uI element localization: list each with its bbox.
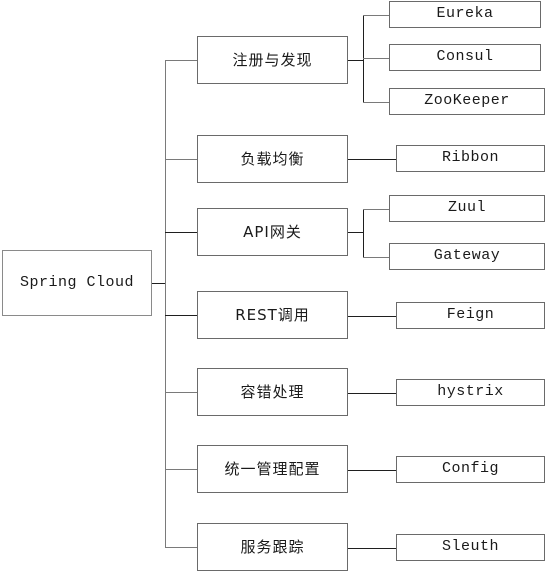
node-label: 负载均衡 [240,149,305,168]
connector-branch-1 [165,60,198,61]
node-label: 统一管理配置 [224,459,321,478]
root-node-spring-cloud: Spring Cloud [2,250,152,316]
connector-branch-3 [165,232,198,233]
connector-leaf-5-1 [348,393,397,394]
leaf-node-ribbon: Ribbon [396,145,545,172]
leaf-node-feign: Feign [396,302,545,329]
node-label: Consul [436,48,494,66]
connector-root-stub [152,283,166,284]
leaf-node-sleuth: Sleuth [396,534,545,561]
connector-subtrunk-3 [363,209,364,258]
branch-node-6: 统一管理配置 [197,445,348,493]
node-label: Zuul [447,199,486,217]
node-label: ZooKeeper [424,92,510,110]
tree-diagram: Spring Cloud 注册与发现 Eureka Consul ZooKeeper 负载… [0,0,549,571]
connector-leaf-1-1 [363,15,390,16]
connector-leaf-1-3 [363,102,390,103]
connector-leaf-1-2 [363,58,390,59]
connector-leaf-7-1 [348,548,397,549]
leaf-node-hystrix: hystrix [396,379,545,406]
branch-node-2: 负载均衡 [197,135,348,183]
connector-leaf-6-1 [348,470,397,471]
node-label: Feign [446,306,495,324]
node-label: 服务跟踪 [240,537,305,556]
connector-branch-6 [165,469,198,470]
leaf-node-zuul: Zuul [389,195,545,222]
leaf-node-gateway: Gateway [389,243,545,270]
connector-leaf-3-2 [363,257,390,258]
leaf-node-eureka: Eureka [389,1,541,28]
node-label: Sleuth [441,538,499,556]
connector-branch-7 [165,547,198,548]
branch-node-7: 服务跟踪 [197,523,348,571]
node-label: Spring Cloud [19,273,135,291]
node-label: API网关 [243,222,302,241]
branch-node-4: REST调用 [197,291,348,339]
connector-leaf-4-1 [348,316,397,317]
connector-subtrunk-stub-1 [348,60,364,61]
node-label: Eureka [436,5,494,23]
node-label: Config [441,460,499,478]
node-label: Gateway [433,247,501,265]
connector-branch-5 [165,392,198,393]
connector-leaf-3-1 [363,209,390,210]
node-label: Ribbon [441,149,499,167]
leaf-node-consul: Consul [389,44,541,71]
leaf-node-config: Config [396,456,545,483]
branch-node-5: 容错处理 [197,368,348,416]
connector-main-trunk [165,60,166,548]
branch-node-3: API网关 [197,208,348,256]
connector-subtrunk-1 [363,15,364,103]
node-label: 注册与发现 [232,50,313,69]
node-label: hystrix [437,383,504,401]
connector-subtrunk-stub-3 [348,232,364,233]
connector-branch-4 [165,315,198,316]
node-label: 容错处理 [240,382,305,401]
connector-leaf-2-1 [348,159,397,160]
node-label: REST调用 [235,305,310,324]
leaf-node-zookeeper: ZooKeeper [389,88,545,115]
branch-node-1: 注册与发现 [197,36,348,84]
connector-branch-2 [165,159,198,160]
